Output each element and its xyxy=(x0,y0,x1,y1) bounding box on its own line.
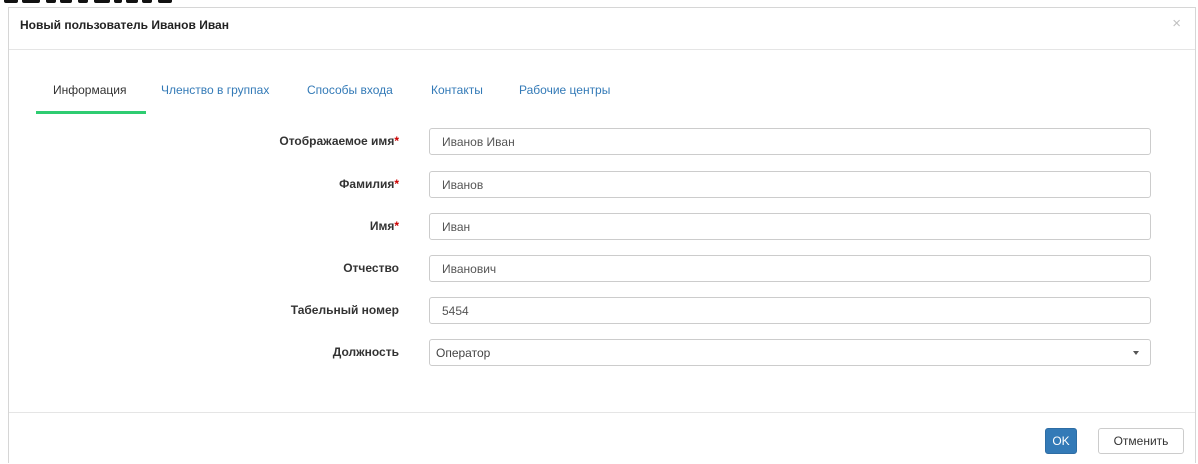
dialog-title: Новый пользователь Иванов Иван xyxy=(20,18,229,32)
position-row: Должность Оператор xyxy=(9,339,1195,369)
display-name-input[interactable] xyxy=(429,128,1151,155)
first-name-row: Имя* xyxy=(9,213,1195,243)
first-name-input[interactable] xyxy=(429,213,1151,240)
first-name-label: Имя* xyxy=(369,219,399,233)
background-window-fragment xyxy=(0,0,1198,7)
last-name-label: Фамилия* xyxy=(339,177,399,191)
display-name-label: Отображаемое имя* xyxy=(279,134,399,148)
last-name-row: Фамилия* xyxy=(9,171,1195,201)
close-icon[interactable]: × xyxy=(1172,16,1181,31)
cancel-button[interactable]: Отменить xyxy=(1098,428,1184,454)
tab-login-methods[interactable]: Способы входа xyxy=(307,80,407,114)
required-mark: * xyxy=(394,177,399,191)
tab-information[interactable]: Информация xyxy=(36,80,146,114)
tab-work-centers[interactable]: Рабочие центры xyxy=(519,80,629,114)
chevron-down-icon xyxy=(1133,351,1139,355)
dialog-footer: OK Отменить xyxy=(9,412,1195,464)
employee-number-label: Табельный номер xyxy=(290,303,399,317)
employee-number-input[interactable] xyxy=(429,297,1151,324)
middle-name-row: Отчество xyxy=(9,255,1195,285)
middle-name-input[interactable] xyxy=(429,255,1151,282)
last-name-input[interactable] xyxy=(429,171,1151,198)
position-selected-value: Оператор xyxy=(436,346,491,360)
tab-group-membership[interactable]: Членство в группах xyxy=(161,80,281,114)
position-select[interactable]: Оператор xyxy=(429,339,1151,366)
position-label: Должность xyxy=(332,345,399,359)
display-name-row: Отображаемое имя* xyxy=(9,128,1195,158)
employee-number-row: Табельный номер xyxy=(9,297,1195,327)
required-mark: * xyxy=(394,219,399,233)
new-user-dialog: Новый пользователь Иванов Иван × Информа… xyxy=(8,7,1196,463)
tab-contacts[interactable]: Контакты xyxy=(431,80,501,114)
ok-button[interactable]: OK xyxy=(1045,428,1077,454)
required-mark: * xyxy=(394,134,399,148)
active-tab-underline xyxy=(36,111,146,114)
dialog-header: Новый пользователь Иванов Иван × xyxy=(9,8,1195,50)
middle-name-label: Отчество xyxy=(343,261,399,275)
